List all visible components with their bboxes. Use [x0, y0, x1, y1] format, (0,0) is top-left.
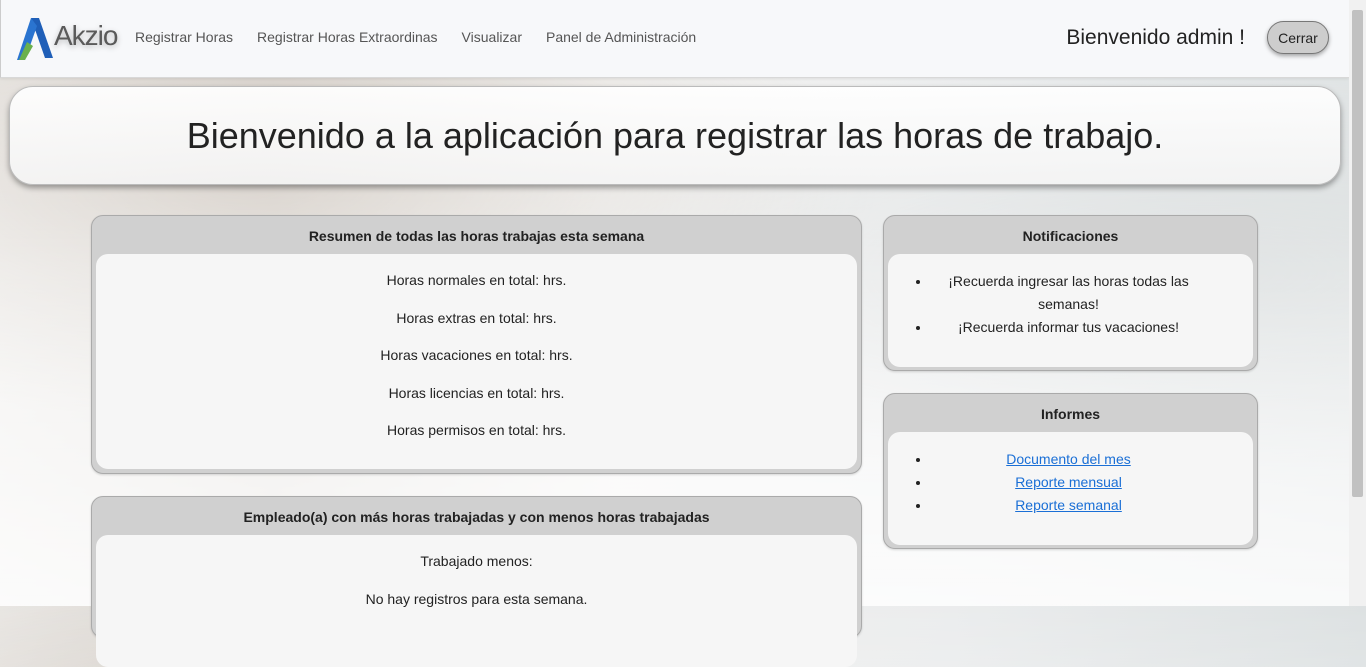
leave-hours-text: Horas licencias en total: hrs.: [388, 384, 565, 401]
panel-title: Notificaciones: [1022, 228, 1119, 244]
no-records-text: No hay registros para esta semana.: [365, 591, 588, 607]
monthly-document-link[interactable]: Documento del mes: [1006, 451, 1131, 467]
panel-body: ¡Recuerda ingresar las horas todas las s…: [888, 254, 1253, 367]
page-scrollbar[interactable]: [1349, 0, 1366, 606]
notifications-panel: Notificaciones ¡Recuerda ingresar las ho…: [883, 215, 1258, 371]
reports-panel: Informes Documento del mes Reporte mensu…: [883, 393, 1258, 549]
weekly-summary-panel: Resumen de todas las horas trabajas esta…: [91, 215, 862, 474]
logout-button[interactable]: Cerrar: [1267, 21, 1329, 54]
panel-body: Horas normales en total: hrs. Horas extr…: [96, 254, 857, 469]
welcome-text: Bienvenido admin !: [1066, 26, 1245, 49]
normal-hours-text: Horas normales en total: hrs.: [386, 272, 567, 288]
notification-item: ¡Recuerda informar tus vacaciones!: [916, 316, 1205, 339]
vacation-hours-text: Horas vacaciones en total: hrs.: [380, 347, 573, 363]
page-title: Bienvenido a la aplicación para registra…: [186, 114, 1164, 156]
nav-registrar-horas-extra[interactable]: Registrar Horas Extraordinas: [257, 29, 438, 45]
scrollbar-thumb[interactable]: [1352, 10, 1363, 497]
weekly-report-link[interactable]: Reporte semanal: [1015, 497, 1122, 513]
nav-registrar-horas[interactable]: Registrar Horas: [135, 29, 233, 45]
least-worked-label: Trabajado menos:: [420, 553, 533, 569]
permit-hours-text: Horas permisos en total: hrs.: [387, 422, 566, 438]
panel-title: Empleado(a) con más horas trabajadas y c…: [243, 509, 710, 525]
extra-hours-text: Horas extras en total: hrs.: [396, 309, 557, 326]
notification-item: ¡Recuerda ingresar las horas todas las s…: [916, 270, 1205, 316]
monthly-report-link[interactable]: Reporte mensual: [1015, 474, 1122, 490]
panel-title: Resumen de todas las horas trabajas esta…: [308, 228, 645, 244]
employee-hours-panel: Empleado(a) con más horas trabajadas y c…: [91, 496, 862, 667]
report-item: Reporte mensual: [916, 471, 1205, 494]
notifications-list: ¡Recuerda ingresar las horas todas las s…: [888, 254, 1253, 339]
main-nav: Registrar Horas Registrar Horas Extraord…: [135, 29, 720, 45]
panel-body: Documento del mes Reporte mensual Report…: [888, 432, 1253, 545]
report-item: Reporte semanal: [916, 494, 1205, 517]
panel-body: Trabajado menos: No hay registros para e…: [96, 535, 857, 667]
nav-panel-admin[interactable]: Panel de Administración: [546, 29, 696, 45]
top-navbar: Akzio Registrar Horas Registrar Horas Ex…: [0, 0, 1349, 78]
welcome-banner: Bienvenido a la aplicación para registra…: [9, 86, 1341, 185]
report-item: Documento del mes: [916, 448, 1205, 471]
reports-list: Documento del mes Reporte mensual Report…: [888, 432, 1253, 517]
akzio-logo[interactable]: Akzio: [17, 16, 118, 62]
panel-title: Informes: [1040, 406, 1101, 422]
akzio-logo-icon: [17, 18, 53, 60]
nav-visualizar[interactable]: Visualizar: [462, 29, 522, 45]
logo-text: Akzio: [54, 20, 118, 51]
